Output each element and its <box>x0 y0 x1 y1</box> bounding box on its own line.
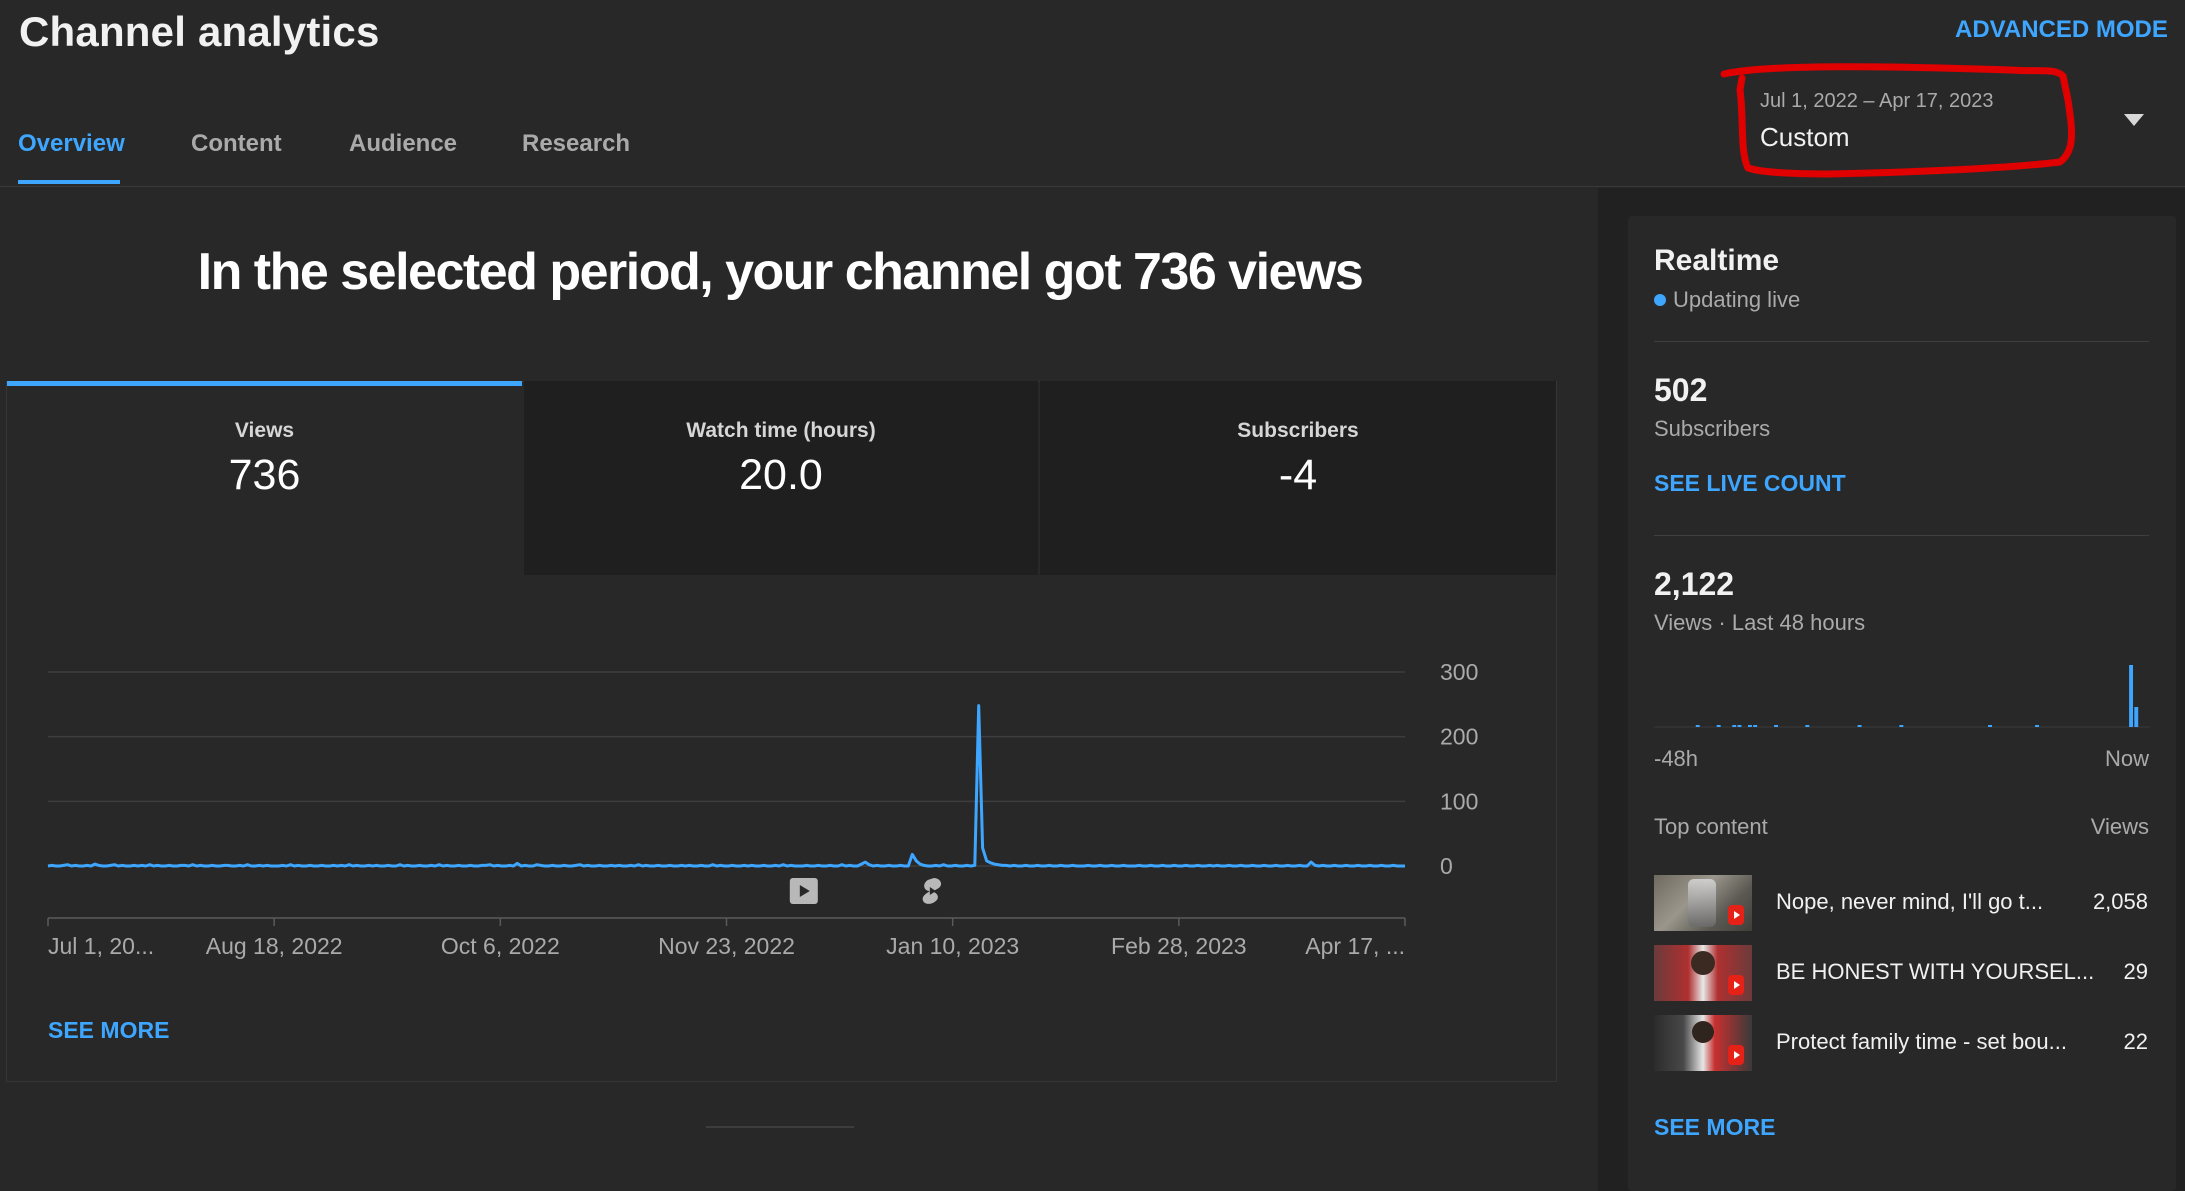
realtime-bar[interactable] <box>1774 725 1778 727</box>
metric-value: 20.0 <box>739 451 823 499</box>
realtime-bar[interactable] <box>1695 725 1700 727</box>
overview-headline: In the selected period, your channel got… <box>197 243 1364 301</box>
tab-audience[interactable]: Audience <box>349 130 457 158</box>
x-tick-label: Oct 6, 2022 <box>441 933 560 959</box>
y-tick-label: 100 <box>1440 788 1478 814</box>
bar-start-label: -48h <box>1654 746 1699 771</box>
selected-metric-indicator <box>7 381 522 386</box>
video-views: 22 <box>2123 1029 2148 1054</box>
tab-overview[interactable]: Overview <box>18 130 125 158</box>
x-tick-label: Aug 18, 2022 <box>206 933 343 959</box>
realtime-bar[interactable] <box>2134 707 2139 727</box>
dropdown-arrow-icon[interactable] <box>2124 114 2144 126</box>
video-views: 29 <box>2123 959 2148 984</box>
metric-label: Subscribers <box>1237 419 1359 442</box>
realtime-bar[interactable] <box>1737 725 1742 727</box>
realtime-bar[interactable] <box>1899 725 1904 727</box>
subscriber-count: 502 <box>1654 372 1708 408</box>
shorts-icon <box>1728 975 1744 995</box>
realtime-bar[interactable] <box>1716 725 1721 727</box>
y-tick-label: 300 <box>1440 659 1478 685</box>
realtime-bar[interactable] <box>1988 725 1992 727</box>
video-thumbnail <box>1654 945 1752 1001</box>
live-status: Updating live <box>1654 287 1800 313</box>
shorts-icon[interactable] <box>922 878 942 904</box>
metric-value: -4 <box>1278 451 1318 499</box>
top-content-item[interactable]: Protect family time - set bou... 22 <box>1654 1015 2154 1071</box>
realtime-bar-chart[interactable] <box>1654 660 2150 732</box>
video-title: Protect family time - set bou... <box>1776 1029 2067 1054</box>
page-title: Channel analytics <box>19 8 380 55</box>
metric-card-watch-time[interactable]: Watch time (hours) 20.0 <box>524 381 1038 575</box>
views-line-chart[interactable]: 300 200 100 0 Jul 1, 20... Aug 18, 2022 Oct 6,… <box>0 620 1540 970</box>
x-tick-label: Jul 1, 20... <box>48 933 154 959</box>
realtime-bar[interactable] <box>1753 725 1758 727</box>
bar-end-label: Now <box>2104 746 2149 771</box>
y-tick-label: 0 <box>1440 853 1453 879</box>
realtime-bar[interactable] <box>1732 725 1737 727</box>
realtime-title: Realtime <box>1654 244 1780 277</box>
views-column-label: Views <box>2090 814 2149 839</box>
video-title: BE HONEST WITH YOURSEL... <box>1776 959 2095 984</box>
y-tick-label: 200 <box>1440 724 1478 750</box>
x-tick-label: Feb 28, 2023 <box>1111 933 1247 959</box>
subscriber-label: Subscribers <box>1654 416 1771 441</box>
metric-card-subscribers[interactable]: Subscribers -4 <box>1040 381 1556 575</box>
views-series-line <box>47 704 1405 868</box>
video-title: Nope, never mind, I'll go t... <box>1776 889 2044 914</box>
live-dot-icon <box>1654 294 1666 306</box>
realtime-views-label: Views · Last 48 hours <box>1654 610 1866 635</box>
realtime-bar[interactable] <box>2035 725 2039 727</box>
scroll-indicator <box>706 1126 854 1128</box>
shorts-icon <box>1728 1045 1744 1065</box>
metric-value: 736 <box>228 451 301 499</box>
video-play-icon[interactable] <box>789 878 818 904</box>
video-thumbnail <box>1654 875 1752 931</box>
realtime-bar[interactable] <box>1857 725 1862 727</box>
realtime-divider <box>1654 535 2149 536</box>
active-tab-indicator <box>18 180 120 184</box>
metric-label: Views <box>234 419 295 442</box>
see-more-link[interactable]: SEE MORE <box>48 1017 169 1044</box>
see-more-top-content-link[interactable]: SEE MORE <box>1654 1114 1775 1141</box>
see-live-count-link[interactable]: SEE LIVE COUNT <box>1654 470 1846 497</box>
video-views: 2,058 <box>2092 889 2148 914</box>
realtime-bar[interactable] <box>1805 725 1810 727</box>
x-tick-label: Nov 23, 2022 <box>658 933 795 959</box>
live-status-text: Updating live <box>1673 287 1801 312</box>
top-content-label: Top content <box>1654 814 1768 839</box>
realtime-divider <box>1654 341 2149 342</box>
realtime-bar[interactable] <box>1748 725 1752 727</box>
metric-label: Watch time (hours) <box>686 419 876 442</box>
red-circle-annotation <box>1720 63 2076 178</box>
advanced-mode-button[interactable]: ADVANCED MODE <box>1955 16 2168 44</box>
metric-card-views[interactable]: Views 736 <box>7 381 522 575</box>
realtime-views-count: 2,122 <box>1654 566 1735 602</box>
x-tick-label: Apr 17, ... <box>1305 933 1405 959</box>
top-content-item[interactable]: Nope, never mind, I'll go t... 2,058 <box>1654 875 2154 931</box>
tab-content[interactable]: Content <box>191 130 282 158</box>
x-tick-label: Jan 10, 2023 <box>886 933 1019 959</box>
shorts-icon <box>1728 905 1744 925</box>
tab-research[interactable]: Research <box>522 130 630 158</box>
realtime-bar[interactable] <box>2129 665 2133 727</box>
video-thumbnail <box>1654 1015 1752 1071</box>
top-content-item[interactable]: BE HONEST WITH YOURSEL... 29 <box>1654 945 2154 1001</box>
